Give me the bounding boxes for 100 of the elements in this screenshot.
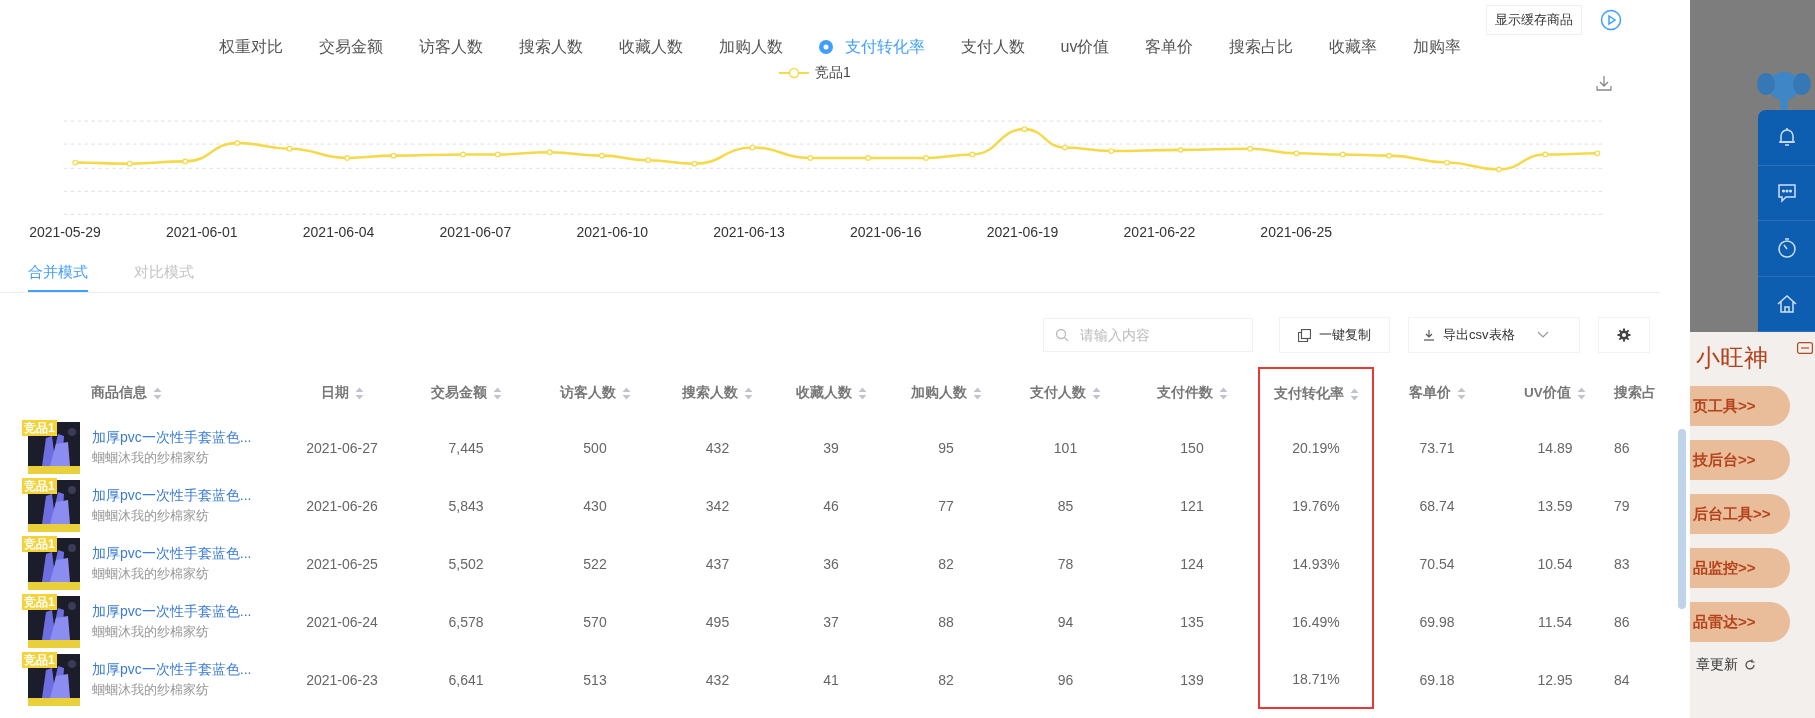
scrollbar-thumb[interactable] xyxy=(1678,429,1686,609)
promo-button[interactable]: 品雷达>> xyxy=(1690,602,1790,642)
metric-tab[interactable]: 加购人数 xyxy=(718,36,783,58)
sort-icon xyxy=(1576,386,1586,400)
table-cell-text: 2021-06-25 xyxy=(305,555,379,574)
export-dropdown[interactable]: 导出csv表格 xyxy=(1408,317,1580,353)
table-cell-text: 5,502 xyxy=(447,555,485,574)
column-header[interactable]: 交易金额 xyxy=(402,367,530,419)
metric-tab[interactable]: 加购率 xyxy=(1413,36,1462,58)
promo-button[interactable]: 页工具>> xyxy=(1690,386,1790,426)
update-link[interactable]: 章更新 xyxy=(1696,656,1738,674)
table-cell-text: 495 xyxy=(704,613,731,632)
refresh-icon[interactable] xyxy=(1744,659,1756,671)
table-cell-text: 11.54 xyxy=(1537,613,1573,632)
minimize-icon[interactable] xyxy=(1797,342,1813,354)
mode-tab[interactable]: 合并模式 xyxy=(28,263,88,292)
column-header[interactable]: 商品信息 xyxy=(20,367,282,419)
column-header[interactable]: 支付人数 xyxy=(1005,367,1126,419)
search-field[interactable]: 请输入内容 xyxy=(1043,318,1253,352)
data-point xyxy=(286,145,293,152)
table-cell: 14.93% xyxy=(1258,535,1374,593)
data-point xyxy=(1177,147,1184,153)
data-point xyxy=(1496,166,1502,173)
column-header[interactable]: UV价值 xyxy=(1500,367,1610,419)
axis-date-label: 2021-06-19 xyxy=(985,224,1060,240)
promo-logo-text: 小旺神 xyxy=(1696,343,1768,373)
data-point xyxy=(691,160,698,167)
show-cached-button[interactable]: 显示缓存商品 xyxy=(1486,5,1582,35)
shop-name: 蝈蝈沐我的纱棉家纺 xyxy=(92,681,210,699)
home-icon[interactable] xyxy=(1775,292,1798,315)
copy-button[interactable]: 一键复制 xyxy=(1279,317,1390,353)
table-cell-text: 13.59 xyxy=(1536,497,1574,516)
timer-icon[interactable] xyxy=(1775,237,1798,260)
product-title-link[interactable]: 加厚pvc一次性手套蓝色... xyxy=(92,603,252,621)
table-cell-text: 68.74 xyxy=(1418,497,1456,516)
column-header[interactable]: 收藏人数 xyxy=(775,367,887,419)
data-point xyxy=(645,157,652,164)
chat-icon[interactable] xyxy=(1775,181,1798,204)
table-cell-text: 6,578 xyxy=(447,613,485,632)
column-header[interactable]: 加购人数 xyxy=(887,367,1005,419)
metric-tab[interactable]: 交易金额 xyxy=(318,36,383,58)
metric-tab[interactable]: 访客人数 xyxy=(418,36,483,58)
data-point xyxy=(969,151,976,158)
data-point xyxy=(182,158,189,165)
product-title-link[interactable]: 加厚pvc一次性手套蓝色... xyxy=(92,661,252,679)
product-title-link[interactable]: 加厚pvc一次性手套蓝色... xyxy=(92,487,252,505)
data-point xyxy=(1386,152,1392,159)
data-point xyxy=(72,159,79,166)
column-header[interactable]: 支付转化率 xyxy=(1258,367,1374,419)
axis-date-label: 2021-06-07 xyxy=(438,224,513,240)
promo-button[interactable]: 技后台>> xyxy=(1690,440,1790,480)
copy-icon xyxy=(1298,328,1311,342)
metric-tab[interactable]: 支付转化率 xyxy=(818,36,925,58)
column-header[interactable]: 搜索人数 xyxy=(660,367,775,419)
axis-date-label: 2021-06-01 xyxy=(165,224,239,240)
column-header[interactable]: 访客人数 xyxy=(530,367,660,419)
search-icon xyxy=(1055,328,1069,342)
metric-tab[interactable]: 支付人数 xyxy=(960,36,1025,58)
metric-tab[interactable]: 搜索占比 xyxy=(1229,36,1294,58)
column-header[interactable]: 支付件数 xyxy=(1126,367,1258,419)
product-title-link[interactable]: 加厚pvc一次性手套蓝色... xyxy=(92,429,252,447)
shop-name: 蝈蝈沐我的纱棉家纺 xyxy=(92,449,210,467)
table-cell-text: 6,641 xyxy=(447,671,485,690)
column-header[interactable]: 搜索占 xyxy=(1610,367,1670,419)
settings-button[interactable] xyxy=(1598,317,1650,353)
metric-tab[interactable]: 客单价 xyxy=(1145,36,1194,58)
metric-tab[interactable]: 权重对比 xyxy=(218,36,283,58)
column-header[interactable]: 日期 xyxy=(282,367,402,419)
radio-icon xyxy=(818,40,833,54)
table-cell-text: 2021-06-24 xyxy=(305,613,379,632)
promo-button[interactable]: 后台工具>> xyxy=(1690,494,1790,534)
metric-tab[interactable]: 收藏人数 xyxy=(618,36,683,58)
table-cell-text: 135 xyxy=(1179,613,1205,632)
data-point xyxy=(344,155,351,161)
promo-button[interactable]: 品监控>> xyxy=(1690,548,1790,588)
shop-name: 蝈蝈沐我的纱棉家纺 xyxy=(92,565,210,583)
metric-tab[interactable]: 搜索人数 xyxy=(518,36,583,58)
metric-tab[interactable]: 收藏率 xyxy=(1329,36,1378,58)
table-cell-text: 78 xyxy=(1056,555,1075,574)
data-point xyxy=(599,152,605,159)
sort-icon xyxy=(857,386,867,400)
product-title-link[interactable]: 加厚pvc一次性手套蓝色... xyxy=(92,545,252,563)
table-cell-text: 39 xyxy=(822,439,840,458)
axis-date-label: 2021-06-13 xyxy=(712,224,786,240)
column-header[interactable]: 客单价 xyxy=(1374,367,1500,419)
competitor-tag: 竞品1 xyxy=(22,478,57,494)
data-point xyxy=(494,151,501,158)
metric-tab[interactable]: uv价值 xyxy=(1060,36,1110,58)
table-cell-text: 124 xyxy=(1179,555,1205,574)
sort-icon xyxy=(1218,386,1228,400)
table-cell-text: 12.95 xyxy=(1536,671,1574,690)
sort-icon xyxy=(152,386,162,400)
play-icon[interactable] xyxy=(1600,9,1622,31)
sort-icon xyxy=(1092,386,1101,400)
data-point xyxy=(390,152,397,159)
axis-date-label: 2021-06-16 xyxy=(848,224,923,240)
table-cell-text: 79 xyxy=(1613,497,1631,516)
download-icon[interactable] xyxy=(1595,74,1613,92)
sort-icon xyxy=(744,386,753,400)
legend-label: 竞品1 xyxy=(815,64,851,82)
